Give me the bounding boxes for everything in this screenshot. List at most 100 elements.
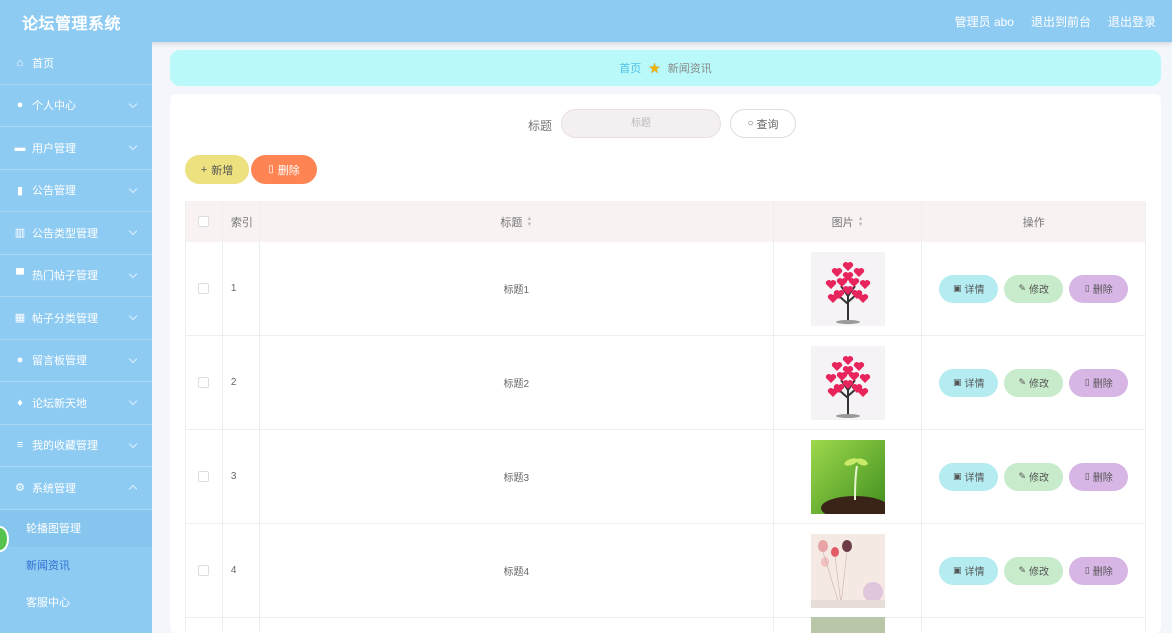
chevron-down-icon: [128, 396, 138, 406]
row-index: 2: [223, 336, 260, 429]
logout-link[interactable]: 退出登录: [1108, 13, 1156, 30]
row-index: 1: [223, 242, 260, 335]
edit-button[interactable]: ✎ 修改: [1004, 462, 1064, 491]
edit-button[interactable]: ✎ 修改: [1004, 368, 1064, 397]
sidebar-subitem[interactable]: 轮播图管理: [0, 509, 152, 547]
delete-button[interactable]: ▯ 删除: [1069, 368, 1129, 397]
query-button[interactable]: ○ 查询: [730, 109, 796, 138]
delete-button[interactable]: ▯ 删除: [1069, 556, 1129, 585]
star-icon: ★: [648, 59, 661, 76]
delete-button[interactable]: ▯ 删除: [1069, 274, 1129, 303]
add-button[interactable]: + 新增: [185, 155, 249, 184]
row-actions: ▣ 详情 ✎ 修改 ▯ 删除: [922, 242, 1145, 335]
row-index: [223, 618, 260, 633]
chevron-down-icon: [128, 226, 138, 236]
chevron-down-icon: [128, 141, 138, 151]
edit-button-label: 修改: [1029, 567, 1049, 578]
sidebar-subitem[interactable]: 客服中心: [0, 583, 152, 621]
sidebar-item[interactable]: ▦ 帖子分类管理: [0, 297, 152, 340]
sidebar-item[interactable]: ● 个人中心: [0, 85, 152, 127]
content-panel: 标题 标题 ○ 查询 + 新增 ▯ 删除 索引 标题 ▲ ▼ 图片 ▲ ▼ 操作 1…: [170, 94, 1161, 633]
row-image-cell: [774, 336, 923, 429]
header-actions: 管理员 abo 退出到前台 退出登录: [955, 13, 1156, 30]
query-button-label: 查询: [756, 118, 779, 131]
sidebar-subitem[interactable]: 新闻资讯: [0, 546, 152, 584]
back-to-frontend-link[interactable]: 退出到前台: [1031, 13, 1091, 30]
row-title: 标题4: [260, 524, 774, 617]
delete-button-label: 删除: [1092, 473, 1113, 484]
detail-button-label: 详情: [964, 285, 985, 296]
delete-button-label: 删除: [1092, 285, 1113, 296]
top-bar: 论坛管理系统 管理员 abo 退出到前台 退出登录: [0, 0, 1172, 42]
sidebar: ⌂ 首页 ● 个人中心 ▬ 用户管理 ▮ 公告管理 ▥ 公告类型管理 ▀ 热门帖子管理 ▦ 帖子分类管理 ●…: [0, 42, 152, 633]
edit-button[interactable]: ✎ 修改: [1004, 274, 1064, 303]
sidebar-item-label: 公告管理: [32, 185, 76, 198]
row-actions: ▣ 详情 ✎ 修改 ▯ 删除: [922, 524, 1145, 617]
balloons-image[interactable]: [810, 533, 885, 608]
sidebar-item[interactable]: ▮ 公告管理: [0, 170, 152, 212]
plus-icon: +: [200, 163, 208, 176]
grid-icon: ▦: [14, 312, 26, 325]
row-checkbox[interactable]: [198, 283, 210, 294]
sidebar-item-label: 热门帖子管理: [32, 270, 98, 283]
row-checkbox[interactable]: [198, 471, 210, 482]
document-icon: ▣: [952, 283, 962, 293]
row-checkbox[interactable]: [198, 377, 210, 388]
sidebar-item-label: 首页: [32, 57, 54, 70]
edit-button[interactable]: ✎ 修改: [1004, 556, 1064, 585]
trash-icon: ▯: [1084, 377, 1090, 387]
row-index: 4: [223, 524, 260, 617]
table-row: 4 标题4 ▣ 详情 ✎ 修改 ▯ 删除: [186, 524, 1145, 618]
search-input[interactable]: 标题: [561, 109, 721, 138]
sidebar-item[interactable]: ⚙ 系统管理: [0, 467, 152, 510]
header-title[interactable]: 标题 ▲ ▼: [260, 201, 774, 242]
sidebar-item[interactable]: ≡ 我的收藏管理: [0, 425, 152, 467]
document-icon: ▣: [952, 565, 962, 575]
search-icon: ○: [747, 118, 754, 129]
sidebar-item[interactable]: ⌂ 首页: [0, 42, 152, 85]
sidebar-item-label: 帖子分类管理: [32, 312, 98, 325]
detail-button-label: 详情: [964, 473, 985, 484]
row-checkbox-cell: [186, 336, 223, 429]
row-checkbox[interactable]: [198, 565, 210, 576]
pencil-icon: ✎: [1018, 377, 1026, 387]
chevron-down-icon: [128, 354, 138, 363]
row-checkbox-cell: [186, 618, 223, 633]
sprout-image[interactable]: [810, 439, 885, 514]
edit-button-label: 修改: [1029, 473, 1049, 484]
sidebar-item[interactable]: ▀ 热门帖子管理: [0, 255, 152, 297]
sidebar-item-label: 我的收藏管理: [32, 440, 98, 453]
detail-button[interactable]: ▣ 详情: [939, 368, 999, 397]
detail-button[interactable]: ▣ 详情: [939, 556, 999, 585]
trash-icon: ▯: [1084, 471, 1090, 481]
header-image[interactable]: 图片 ▲ ▼: [774, 201, 923, 242]
select-all-checkbox[interactable]: [198, 216, 210, 227]
row-title: [260, 618, 774, 633]
row-title: 标题1: [260, 242, 774, 335]
post-icon: ▀: [16, 269, 24, 282]
row-actions: ▣ 详情 ✎ 修改 ▯ 删除: [922, 336, 1145, 429]
table-body: 1 标题1 ▣ 详情 ✎ 修改 ▯ 删除 2 标题2 ▣ 详情 ✎ 修改 ▯ 删除 3 标题3 ▣ 详情 ✎ 修改 ▯ 删除 4…: [186, 242, 1145, 633]
row-checkbox-cell: [186, 430, 223, 523]
batch-delete-button[interactable]: ▯ 删除: [251, 155, 317, 184]
header-index: 索引: [223, 201, 260, 242]
delete-button[interactable]: ▯ 删除: [1069, 462, 1129, 491]
search-label: 标题: [528, 119, 553, 133]
breadcrumb-home[interactable]: 首页: [619, 60, 641, 76]
detail-button[interactable]: ▣ 详情: [939, 274, 999, 303]
heart-tree-image[interactable]: [810, 345, 885, 420]
detail-button[interactable]: ▣ 详情: [939, 462, 999, 491]
sidebar-item[interactable]: ● 留言板管理: [0, 340, 152, 382]
heart-tree-image[interactable]: [810, 251, 885, 326]
sidebar-item-label: 留言板管理: [32, 355, 87, 368]
table-row: 1 标题1 ▣ 详情 ✎ 修改 ▯ 删除: [186, 242, 1145, 336]
sidebar-item[interactable]: ▬ 用户管理: [0, 127, 152, 170]
chevron-down-icon: [128, 269, 138, 278]
table-row: 3 标题3 ▣ 详情 ✎ 修改 ▯ 删除: [186, 430, 1145, 524]
sidebar-submenu: 轮播图管理 新闻资讯 客服中心: [0, 509, 152, 621]
sidebar-item[interactable]: ▥ 公告类型管理: [0, 212, 152, 255]
row-image-cell: [774, 242, 923, 335]
user-message-icon: ●: [16, 354, 24, 367]
trash-icon: ▯: [1084, 565, 1090, 575]
sidebar-item[interactable]: ♦ 论坛新天地: [0, 382, 152, 425]
